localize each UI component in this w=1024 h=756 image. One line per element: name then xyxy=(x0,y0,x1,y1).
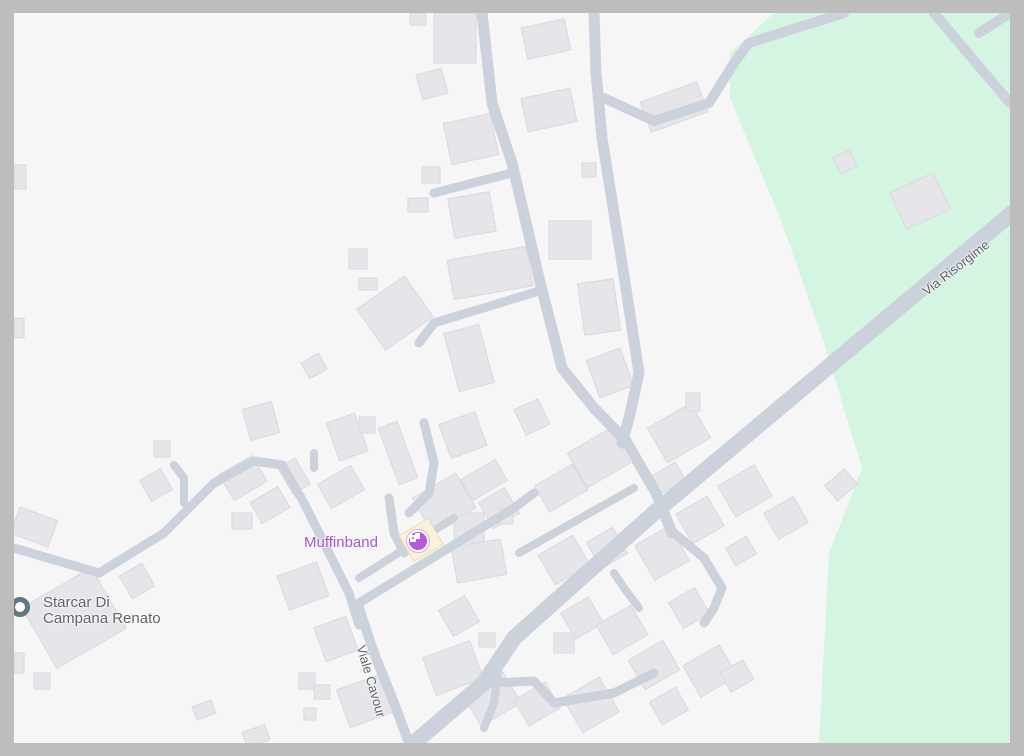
poi-starcar-label-line2: Campana Renato xyxy=(43,610,161,627)
map-canvas[interactable]: Via Risorgime Viale Cavour Muffinband St… xyxy=(14,13,1010,743)
poi-muffinband-label[interactable]: Muffinband xyxy=(304,535,378,551)
poi-starcar[interactable]: Starcar Di Campana Renato xyxy=(14,593,210,633)
cafe-icon[interactable] xyxy=(407,530,429,552)
poi-starcar-label[interactable]: Starcar Di Campana Renato xyxy=(43,595,161,627)
place-pin-icon[interactable] xyxy=(14,597,30,617)
map-base-layer xyxy=(14,13,1010,743)
poi-starcar-label-line1: Starcar Di xyxy=(43,594,110,611)
park-area xyxy=(730,13,1010,743)
poi-muffinband[interactable]: Muffinband xyxy=(302,530,442,556)
